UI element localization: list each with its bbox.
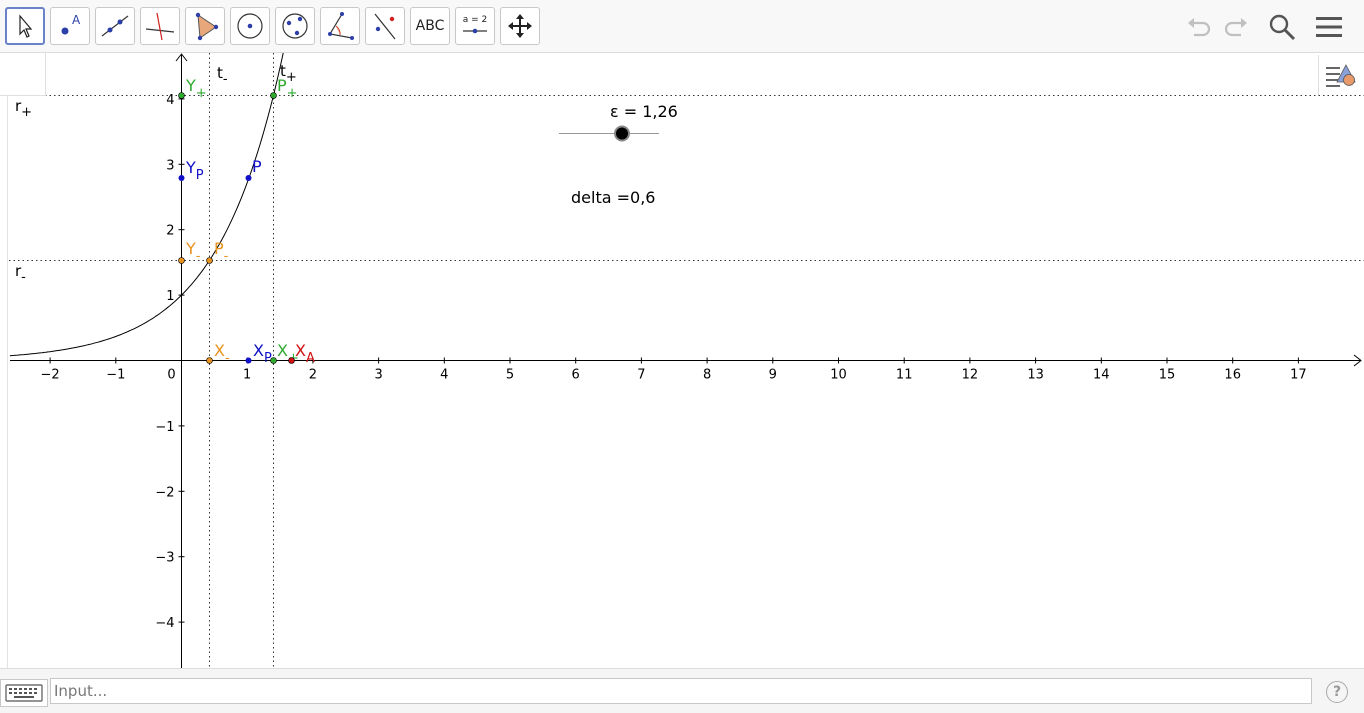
x-tick-label: 5 xyxy=(506,368,514,383)
x-tick-label: 12 xyxy=(962,368,979,383)
point-p[interactable] xyxy=(245,175,252,181)
x-tick-label: 0 xyxy=(167,368,175,383)
keyboard-button[interactable] xyxy=(0,679,48,707)
point-y-plus[interactable] xyxy=(178,92,185,99)
style-bar-button[interactable] xyxy=(1318,55,1362,95)
label-t-minus: t- xyxy=(217,64,228,87)
graphics-view[interactable]: −2 −1 0 1 2 3 4 5 6 7 8 9 10 11 12 13 14 15 16 17 1234−1−2−… xyxy=(0,0,1364,668)
x-tick-label: 16 xyxy=(1224,368,1241,383)
point-p-plus[interactable] xyxy=(270,92,277,99)
input-help-button[interactable]: ? xyxy=(1326,681,1348,703)
x-tick-label: 8 xyxy=(703,368,711,383)
keyboard-icon xyxy=(5,684,43,702)
slider-epsilon-handle[interactable] xyxy=(614,125,630,142)
label-x-minus: X- xyxy=(214,341,230,366)
x-tick-label: 10 xyxy=(830,368,847,383)
style-bar-icon xyxy=(1325,64,1356,87)
x-tick-label: 13 xyxy=(1027,368,1044,383)
y-tick-label: −4 xyxy=(155,616,174,631)
label-y-p: YP xyxy=(185,158,204,183)
function-graph[interactable] xyxy=(9,52,284,357)
y-axis-ticks: 1 2 3 4 −1 −2 −3 −4 xyxy=(155,93,185,631)
y-tick-label: 4 xyxy=(166,93,174,108)
label-p: P xyxy=(252,157,262,176)
x-axis-ticks: −2 −1 0 1 2 3 4 5 6 7 8 9 10 11 12 13 14 15 16 17 xyxy=(41,357,1307,383)
y-tick-label: −1 xyxy=(155,420,174,435)
label-r-minus: r- xyxy=(15,262,26,285)
point-x-p[interactable] xyxy=(245,357,252,364)
x-tick-label: 1 xyxy=(243,368,251,383)
y-tick-label: 2 xyxy=(166,224,174,239)
x-tick-label: 15 xyxy=(1159,368,1176,383)
point-y-minus[interactable] xyxy=(178,257,185,264)
x-tick-label: 3 xyxy=(374,368,382,383)
input-bar: ? xyxy=(0,668,1364,713)
x-tick-label: 9 xyxy=(769,368,777,383)
label-y-plus: Y+ xyxy=(185,76,207,101)
y-tick-label: 3 xyxy=(166,158,174,173)
slider-epsilon-label: ε = 1,26 xyxy=(610,102,678,121)
x-tick-label: 6 xyxy=(572,368,580,383)
algebra-input-field[interactable] xyxy=(50,678,1312,704)
y-tick-label: −3 xyxy=(155,551,174,566)
label-r-plus: r+ xyxy=(15,97,32,120)
point-y-p[interactable] xyxy=(178,175,185,181)
y-tick-label: −2 xyxy=(155,485,174,500)
point-x-a[interactable] xyxy=(288,357,295,364)
algebra-panel-edge[interactable] xyxy=(0,96,8,668)
delta-text[interactable]: delta =0,6 xyxy=(571,188,655,207)
geogebra-app: A ABC a = 2 −2 −1 0 1 2 3 4 5 6 7 8 9 10… xyxy=(0,0,1364,713)
x-tick-label: 4 xyxy=(440,368,448,383)
x-tick-label: 11 xyxy=(896,368,913,383)
x-tick-label: 14 xyxy=(1093,368,1110,383)
y-tick-label: 1 xyxy=(166,289,174,304)
x-tick-label: −1 xyxy=(106,368,125,383)
x-tick-label: 2 xyxy=(309,368,317,383)
label-y-minus: Y- xyxy=(185,239,201,264)
x-tick-label: −2 xyxy=(41,368,60,383)
point-p-minus[interactable] xyxy=(206,257,213,264)
label-x-p: XP xyxy=(253,341,272,366)
x-tick-label: 17 xyxy=(1290,368,1307,383)
x-tick-label: 7 xyxy=(637,368,645,383)
algebra-view-toggle[interactable] xyxy=(0,53,46,96)
point-x-minus[interactable] xyxy=(206,357,213,364)
